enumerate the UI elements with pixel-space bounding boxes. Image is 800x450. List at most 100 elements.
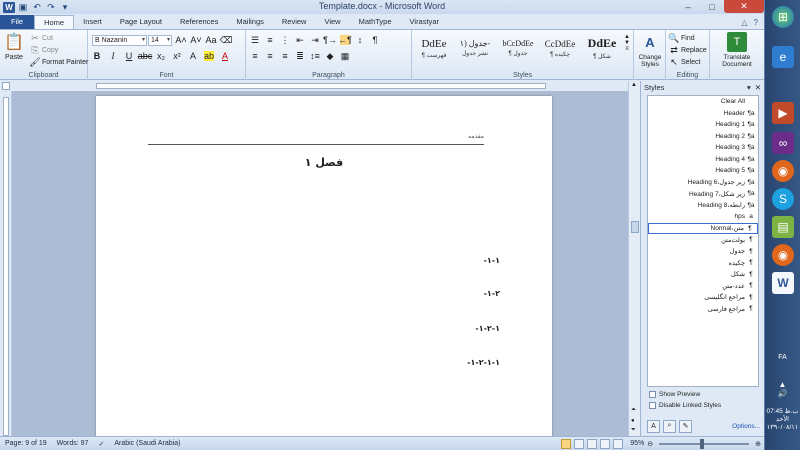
visual-studio-icon[interactable]: ∞ (772, 132, 794, 154)
chapter-title[interactable]: فصل ۱ (96, 156, 552, 169)
web-layout-view-icon[interactable] (587, 438, 598, 449)
bold-icon[interactable]: B (92, 51, 102, 61)
word-taskbar-icon[interactable]: W (772, 272, 794, 294)
bullets-icon[interactable]: ☰ (250, 35, 260, 45)
next-page-icon[interactable]: ⏷ (631, 427, 636, 434)
style-item[interactable]: Heading 1 ¶a (648, 119, 758, 131)
page-count[interactable]: Page: 9 of 19 (0, 440, 52, 447)
italic-icon[interactable]: I (108, 51, 118, 61)
full-screen-view-icon[interactable] (574, 438, 585, 449)
zoom-in-icon[interactable]: ⊕ (755, 440, 761, 448)
align-right-icon[interactable]: ≡ (280, 51, 290, 61)
word-logo-icon[interactable]: W (3, 1, 15, 13)
tab-page-layout[interactable]: Page Layout (111, 15, 171, 29)
style-item[interactable]: بولت‌متن ¶ (648, 234, 758, 246)
font-color-icon[interactable]: A (220, 51, 230, 61)
draft-view-icon[interactable] (613, 438, 624, 449)
language-indicator[interactable]: Arabic (Saudi Arabia) (109, 440, 185, 447)
network-icon[interactable]: ▲ (779, 380, 787, 389)
style-item[interactable]: مراجع انگلیسی ¶ (648, 292, 758, 304)
borders-icon[interactable]: ▦ (340, 51, 350, 61)
firefox-icon[interactable]: ◉ (772, 244, 794, 266)
font-size-combo[interactable]: 14 ▾ (148, 35, 172, 46)
align-left-icon[interactable]: ≡ (250, 51, 260, 61)
heading-1-1[interactable]: ۱-۱- (484, 256, 500, 265)
input-language[interactable]: FA (765, 354, 800, 361)
style-item[interactable]: عدد-متن ¶ (648, 280, 758, 292)
pane-dropdown-icon[interactable]: ▾ (747, 83, 751, 92)
zoom-out-icon[interactable]: ⊖ (647, 440, 653, 448)
maximize-button[interactable]: □ (700, 0, 724, 13)
tab-selector-icon[interactable] (2, 82, 10, 90)
zoom-slider[interactable] (659, 438, 750, 449)
proofing-icon[interactable]: ✓ (93, 440, 109, 448)
subscript-icon[interactable]: x₂ (156, 51, 166, 61)
paste-button[interactable]: 📋 Paste (4, 32, 24, 61)
horizontal-ruler[interactable] (0, 81, 632, 91)
multilevel-list-icon[interactable]: ⋮ (280, 35, 290, 45)
style-item[interactable]: Heading 5 ¶a (648, 165, 758, 177)
word-count[interactable]: Words: 97 (52, 440, 94, 447)
style-item[interactable]: Heading 2 ¶a (648, 131, 758, 143)
style-inspector-icon[interactable]: ⌕ (663, 419, 676, 433)
style-gallery-item[interactable]: CcDdEe ¶ چکیده (540, 33, 580, 63)
style-item[interactable]: جدول ¶ (648, 246, 758, 258)
tab-virastyar[interactable]: Virastyar (401, 15, 448, 29)
notes-icon[interactable]: ▤ (772, 216, 794, 238)
pane-close-icon[interactable]: ✕ (755, 83, 761, 92)
line-spacing-icon[interactable]: ↕≡ (310, 51, 320, 61)
text-effects-icon[interactable]: A (188, 51, 198, 61)
checkbox-box[interactable] (649, 391, 656, 398)
style-gallery-item[interactable]: جدول (۱- نشر جدول (455, 33, 495, 63)
style-item[interactable]: Heading 8،رابطه ¶a (648, 200, 758, 212)
translate-document-button[interactable]: T Translate Document (714, 32, 760, 68)
underline-icon[interactable]: U (124, 51, 134, 61)
superscript-icon[interactable]: x² (172, 51, 182, 61)
scroll-thumb[interactable] (631, 221, 639, 233)
select-button[interactable]: ↖ Select (669, 57, 700, 67)
customize-qat-icon[interactable]: ▾ (59, 2, 71, 13)
change-styles-button[interactable]: A Change Styles (636, 32, 664, 69)
print-layout-view-icon[interactable] (561, 438, 572, 449)
manage-styles-icon[interactable]: ✎ (679, 419, 692, 433)
cut-button[interactable]: ✂ Cut (30, 33, 53, 43)
new-style-icon[interactable]: A (647, 419, 660, 433)
style-item[interactable]: Heading 7،زیر شکل ¶a (648, 188, 758, 200)
style-item[interactable]: Clear All (648, 96, 758, 108)
style-item[interactable]: Header ¶a (648, 108, 758, 120)
decrease-indent-icon[interactable]: ⇤ (295, 35, 305, 45)
font-name-combo[interactable]: B Nazanin ▾ (92, 35, 147, 46)
sort-icon[interactable]: ↕ (355, 35, 365, 45)
numbering-icon[interactable]: ≡ (265, 35, 275, 45)
vertical-ruler[interactable] (0, 91, 12, 436)
style-gallery-item[interactable]: DdEe ¶ فهرست (414, 33, 454, 63)
outline-view-icon[interactable] (600, 438, 611, 449)
heading-1-2-1[interactable]: ۱-۲-۱- (475, 324, 500, 333)
heading-1-2[interactable]: ۱-۲- (484, 289, 500, 298)
tab-mathtype[interactable]: MathType (350, 15, 401, 29)
tab-file[interactable]: File (0, 15, 35, 29)
scroll-up-icon[interactable]: ▲ (631, 82, 637, 88)
zoom-knob[interactable] (700, 438, 705, 449)
document-page[interactable]: مقدمه فصل ۱ ۱-۱- ۱-۲- ۱-۲-۱- ۱-۲-۱-۱- (96, 96, 552, 436)
style-item[interactable]: Heading 4 ¶a (648, 154, 758, 166)
undo-icon[interactable]: ↶ (31, 2, 43, 13)
zoom-level[interactable]: 95% (630, 440, 644, 447)
align-center-icon[interactable]: ≡ (265, 51, 275, 61)
style-item[interactable]: hps a (648, 211, 758, 223)
firefox-icon[interactable]: ◉ (772, 160, 794, 182)
font-name-dropdown-icon[interactable]: ▾ (142, 36, 145, 45)
save-icon[interactable]: ▣ (17, 2, 29, 13)
minimize-ribbon-icon[interactable]: △ (741, 18, 747, 27)
tab-insert[interactable]: Insert (74, 15, 111, 29)
checkbox-box[interactable] (649, 402, 656, 409)
show-preview-checkbox[interactable]: Show Preview (649, 391, 700, 398)
skype-icon[interactable]: S (772, 188, 794, 210)
options-link[interactable]: Options... (732, 423, 760, 430)
grow-font-icon[interactable]: A˄ (175, 35, 186, 45)
clear-formatting-icon[interactable]: ⌫ (220, 35, 233, 45)
style-gallery-item[interactable]: bCcDdEe ¶ جدول (498, 33, 538, 63)
tab-view[interactable]: View (315, 15, 349, 29)
shading-icon[interactable]: ◆ (325, 51, 335, 61)
heading-1-2-1-1[interactable]: ۱-۲-۱-۱- (467, 358, 500, 367)
